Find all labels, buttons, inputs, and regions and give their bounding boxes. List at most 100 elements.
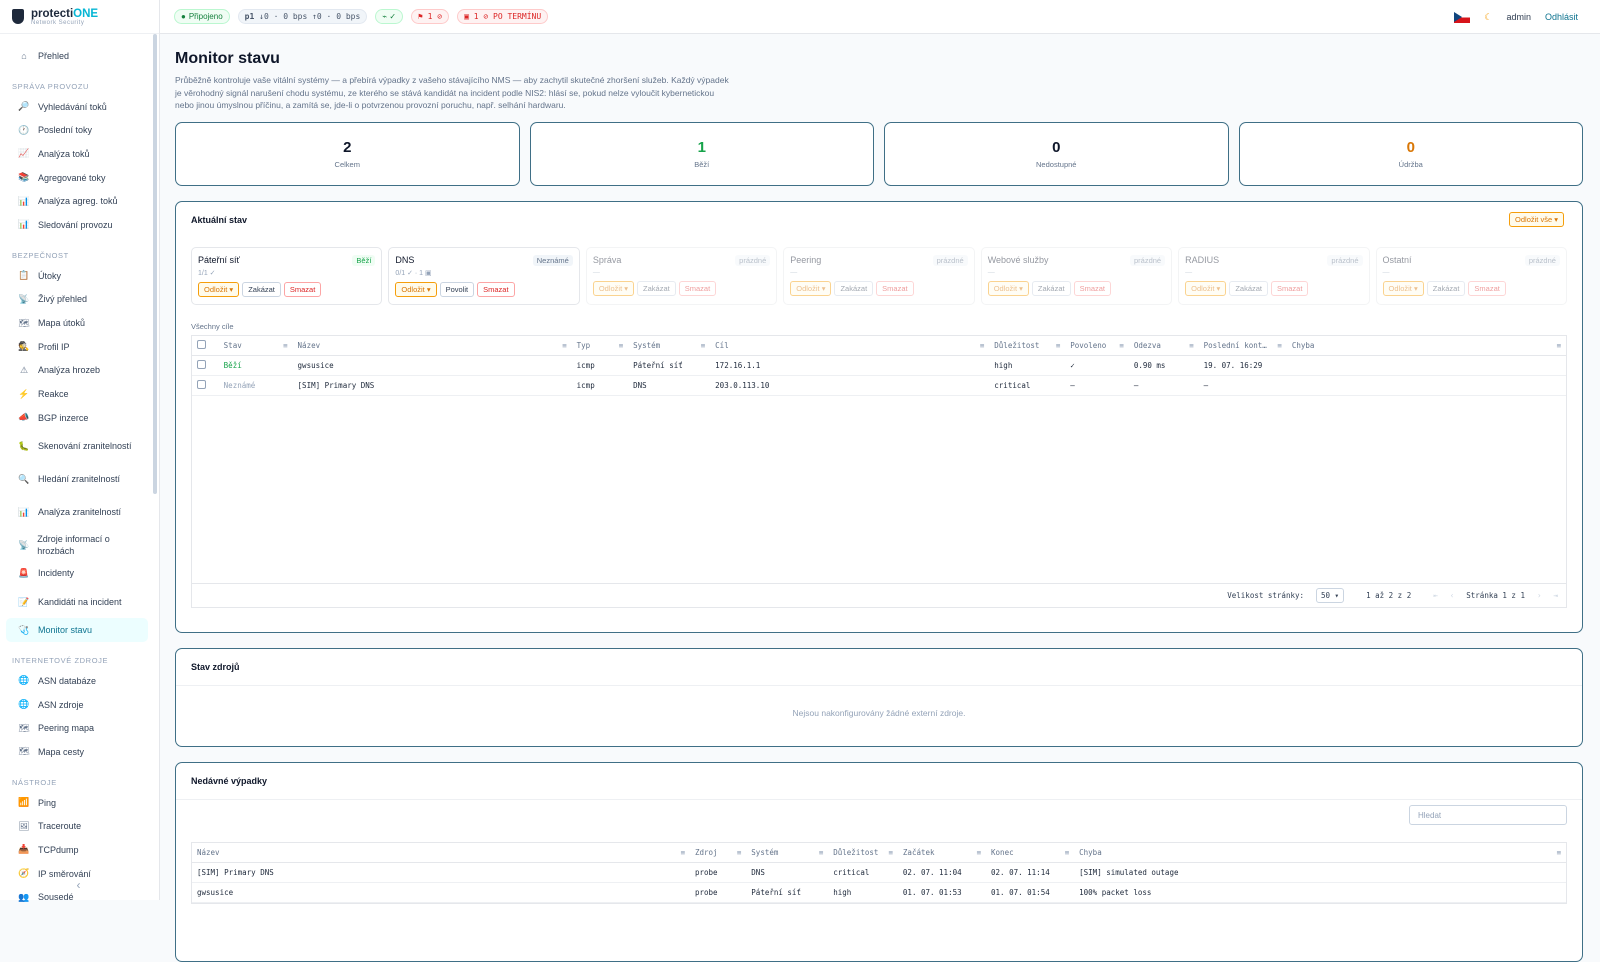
snooze-button[interactable]: Odložit ▾	[198, 281, 240, 297]
sidebar-scrollbar[interactable]	[153, 34, 157, 494]
snooze-button[interactable]: Odložit ▾	[592, 280, 635, 296]
last-page-icon[interactable]: ⇥	[1553, 591, 1558, 600]
snooze-button[interactable]: Odložit ▾	[395, 281, 437, 297]
sidebar-item-s1-3[interactable]: 📚 Agregované toky	[6, 166, 148, 190]
column-header[interactable]: Cíl ≡	[710, 335, 990, 356]
sidebar-item-s2-2[interactable]: 🗺 Mapa útoků	[6, 311, 148, 335]
prev-page-icon[interactable]: ‹	[1450, 591, 1455, 600]
column-header[interactable]: Odezva ≡	[1128, 335, 1199, 356]
filter-icon[interactable]: ≡	[1277, 341, 1282, 350]
search-input[interactable]: Hledat	[1409, 804, 1567, 825]
column-header[interactable]: Začátek ≡	[897, 842, 987, 863]
brand-logo[interactable]: protectiONE Network Security	[0, 0, 159, 34]
filter-icon[interactable]: ≡	[619, 341, 624, 350]
filter-icon[interactable]: ≡	[737, 848, 742, 857]
sidebar-item-s1-2[interactable]: 📈 Analýza toků	[6, 142, 148, 166]
toggle-button[interactable]: Zakázat	[242, 281, 281, 297]
sidebar-item-s2-3[interactable]: 🕵 Profil IP	[6, 335, 148, 359]
toggle-button[interactable]: Zakázat	[834, 280, 874, 296]
filter-icon[interactable]: ≡	[562, 341, 567, 350]
traffic-rate-badge[interactable]: p1 ↓0 · 0 bps ↑0 · 0 bps	[237, 9, 368, 24]
first-page-icon[interactable]: ⇤	[1433, 591, 1438, 600]
filter-icon[interactable]: ≡	[1556, 848, 1561, 857]
toggle-button[interactable]: Zakázat	[1229, 280, 1268, 296]
sidebar-item-s4-1[interactable]: 🖼 Traceroute	[6, 814, 148, 838]
sidebar-item-s4-0[interactable]: 📶 Ping	[6, 791, 148, 815]
sidebar-item-s2-10[interactable]: 📡 Zdroje informací o hrozbách	[6, 529, 148, 562]
column-header[interactable]: Poslední kont… ≡	[1198, 335, 1287, 356]
sidebar-item-s1-1[interactable]: 🕐 Poslední toky	[6, 118, 148, 142]
sidebar-item-s2-0[interactable]: 📋 Útoky	[6, 264, 148, 288]
overdue-badge[interactable]: ▣ 1 ⊘ PO TERMÍNU	[457, 9, 549, 24]
toggle-button[interactable]: Zakázat	[637, 280, 676, 296]
filter-icon[interactable]: ≡	[701, 341, 706, 350]
filter-icon[interactable]: ≡	[1556, 341, 1561, 350]
health-check-badge[interactable]: ⌁ ✓	[375, 9, 404, 24]
sidebar-item-s2-6[interactable]: 📣 BGP inzerce	[6, 406, 148, 430]
sidebar-item-s3-0[interactable]: 🌐 ASN databáze	[6, 669, 148, 693]
row-checkbox[interactable]	[197, 380, 206, 389]
column-header[interactable]: Název ≡	[292, 335, 572, 356]
table-row[interactable]: Neznámé [SIM] Primary DNS icmp DNS 203.0.113…	[192, 375, 1566, 396]
filter-icon[interactable]: ≡	[1119, 341, 1124, 350]
column-header[interactable]: Konec ≡	[986, 842, 1075, 863]
filter-icon[interactable]: ≡	[1189, 341, 1194, 350]
sidebar-item-s2-5[interactable]: ⚡ Reakce	[6, 382, 148, 406]
sidebar-item-s2-9[interactable]: 📊 Analýza zranitelností	[6, 496, 148, 529]
column-header[interactable]: Stav ≡	[218, 335, 293, 356]
delete-button[interactable]: Smazat	[283, 281, 322, 297]
sidebar-item-s3-2[interactable]: 🗺 Peering mapa	[6, 716, 148, 740]
sidebar-item-s2-7[interactable]: 🐛 Skenování zranitelností	[6, 430, 148, 463]
snooze-button[interactable]: Odložit ▾	[987, 280, 1029, 296]
column-header[interactable]: Chyba ≡	[1074, 842, 1566, 863]
sidebar-item-s1-5[interactable]: 📊 Sledování provozu	[6, 213, 148, 237]
filter-icon[interactable]: ≡	[888, 848, 893, 857]
column-header[interactable]: Název ≡	[192, 842, 690, 863]
collapse-sidebar-icon[interactable]: ‹	[0, 878, 157, 892]
snooze-button[interactable]: Odložit ▾	[790, 280, 832, 296]
delete-button[interactable]: Smazat	[1271, 280, 1309, 296]
snooze-all-button[interactable]: Odložit vše ▾	[1509, 211, 1564, 227]
column-header[interactable]: Chyba ≡	[1286, 335, 1566, 356]
next-page-icon[interactable]: ›	[1537, 591, 1542, 600]
column-header[interactable]: Zdroj ≡	[689, 842, 747, 863]
row-checkbox[interactable]	[197, 360, 206, 369]
snooze-button[interactable]: Odložit ▾	[1382, 280, 1424, 296]
filter-icon[interactable]: ≡	[680, 848, 685, 857]
sidebar-item-s4-2[interactable]: 📥 TCPdump	[6, 838, 148, 862]
moon-icon[interactable]: ☾	[1484, 12, 1492, 23]
column-header[interactable]: Povoleno ≡	[1065, 335, 1129, 356]
sidebar-item-s2-11[interactable]: 🚨 Incidenty	[6, 562, 148, 586]
select-all-checkbox[interactable]	[197, 339, 206, 349]
sidebar-item-s1-0[interactable]: 🔎 Vyhledávání toků	[6, 95, 148, 119]
filter-icon[interactable]: ≡	[980, 341, 985, 350]
column-header[interactable]: Typ ≡	[571, 335, 629, 356]
sidebar-item-s1-4[interactable]: 📊 Analýza agreg. toků	[6, 189, 148, 213]
delete-button[interactable]: Smazat	[1468, 280, 1506, 296]
alerts-badge[interactable]: ⚑ 1 ⊘	[411, 9, 450, 24]
filter-icon[interactable]: ≡	[1056, 341, 1061, 350]
table-row[interactable]: [SIM] Primary DNS probe DNS critical 02. 07.…	[192, 862, 1566, 883]
column-header[interactable]: Důležitost ≡	[828, 842, 898, 863]
snooze-button[interactable]: Odložit ▾	[1185, 280, 1227, 296]
page-size-select[interactable]: 50 ▾	[1316, 587, 1345, 603]
filter-icon[interactable]: ≡	[819, 848, 824, 857]
delete-button[interactable]: Smazat	[477, 281, 515, 297]
column-header[interactable]: Systém ≡	[628, 335, 711, 356]
sidebar-item-s3-1[interactable]: 🌐 ASN zdroje	[6, 693, 148, 717]
sidebar-item-s2-8[interactable]: 🔍 Hledání zranitelností	[6, 463, 148, 496]
sidebar-item-s2-1[interactable]: 📡 Živý přehled	[6, 288, 148, 312]
sidebar-item-s2-12[interactable]: 📝 Kandidáti na incident	[6, 585, 148, 618]
user-name[interactable]: admin	[1506, 12, 1531, 22]
delete-button[interactable]: Smazat	[678, 280, 717, 296]
column-header[interactable]: Systém ≡	[746, 842, 829, 863]
delete-button[interactable]: Smazat	[1073, 280, 1112, 296]
czech-flag-icon[interactable]	[1454, 11, 1471, 23]
toggle-button[interactable]: Zakázat	[1426, 280, 1466, 296]
sidebar-item-s2-4[interactable]: ⚠ Analýza hrozeb	[6, 359, 148, 383]
table-row[interactable]: Běží gwsusice icmp Páteřní síť 172.16.1.1 hig…	[192, 355, 1566, 376]
logout-link[interactable]: Odhlásit	[1545, 12, 1578, 22]
sidebar-item-s2-13[interactable]: 🩺 Monitor stavu	[6, 618, 148, 642]
toggle-button[interactable]: Zakázat	[1031, 280, 1071, 296]
filter-icon[interactable]: ≡	[977, 848, 982, 857]
